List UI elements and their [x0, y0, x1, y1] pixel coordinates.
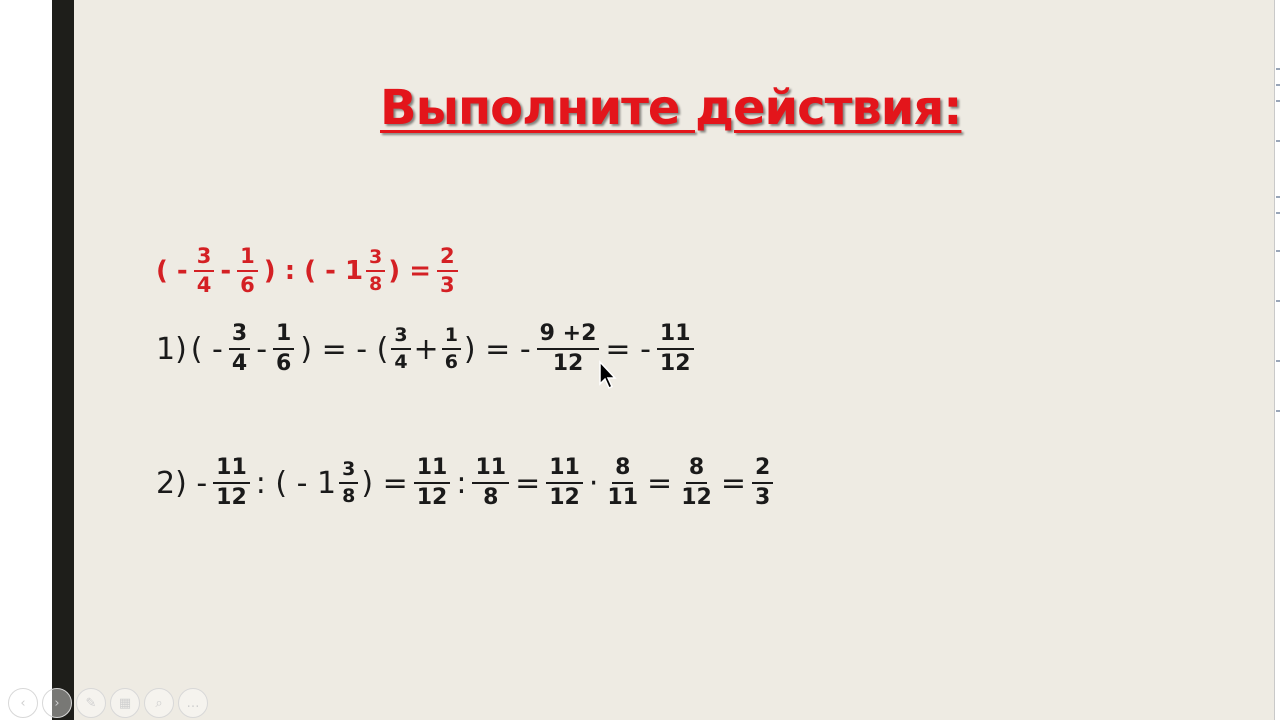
fraction: 16: [441, 325, 461, 373]
left-margin: [0, 0, 52, 720]
step-minus: -: [256, 331, 268, 367]
step-2: 2) - 11 12 : ( - 1 38 ) = 11 12 : 11 8 = 11…: [154, 455, 777, 511]
fraction: 9 +2 12: [536, 321, 600, 376]
fraction: 11 12: [413, 455, 451, 510]
fraction: 16: [237, 244, 258, 297]
fraction: 38: [339, 459, 359, 507]
problem-result: 23: [437, 244, 458, 297]
fraction: 11 8: [472, 455, 510, 510]
fraction: 8 12: [681, 455, 712, 511]
problem-open: ( -: [156, 256, 188, 287]
problem-divide: ) : ( - 1: [263, 256, 364, 287]
slides-icon[interactable]: ▦: [110, 688, 140, 718]
fraction: 11 12: [213, 455, 250, 510]
fraction: 23: [751, 455, 774, 510]
step-equals: =: [647, 465, 673, 501]
step-plus: +: [413, 331, 439, 367]
step-divide: :: [456, 465, 467, 501]
step-label: 1): [156, 331, 187, 367]
slideshow-toolbar: ‹ › ✎ ▦ ⌕ …: [8, 688, 208, 718]
problem-equals: ) =: [388, 256, 432, 287]
problem-minus: -: [220, 256, 232, 287]
step-equals: ) = -: [463, 331, 531, 367]
step-divide: : ( - 1: [255, 465, 337, 501]
fraction: 8 11: [607, 455, 639, 511]
right-scroll-edge[interactable]: [1274, 0, 1280, 720]
fraction: 11 12: [546, 455, 583, 510]
problem-expression: ( - 34 - 16 ) : ( - 1 38 ) = 23: [154, 244, 462, 297]
step-multiply: ·: [588, 465, 599, 501]
pen-icon[interactable]: ✎: [76, 688, 106, 718]
fraction: 34: [228, 321, 251, 376]
zoom-icon[interactable]: ⌕: [144, 688, 174, 718]
next-icon[interactable]: ›: [42, 688, 72, 718]
prev-icon[interactable]: ‹: [8, 688, 38, 718]
step-equals: ) = - (: [300, 331, 389, 367]
step-equals: =: [515, 465, 541, 501]
step-equals: =: [720, 465, 746, 501]
more-icon[interactable]: …: [178, 688, 208, 718]
slide-title: Выполните действия:: [380, 80, 962, 136]
fraction: 11 12: [656, 321, 694, 376]
mouse-cursor-icon: [599, 360, 617, 390]
dark-side-strip: [52, 0, 74, 720]
step-open: ( -: [190, 331, 223, 367]
fraction: 38: [366, 247, 386, 295]
fraction: 34: [391, 325, 411, 373]
fraction: 16: [273, 321, 295, 376]
fraction: 34: [193, 244, 215, 297]
step-label: 2) -: [156, 465, 208, 501]
step-equals: ) =: [361, 465, 408, 501]
